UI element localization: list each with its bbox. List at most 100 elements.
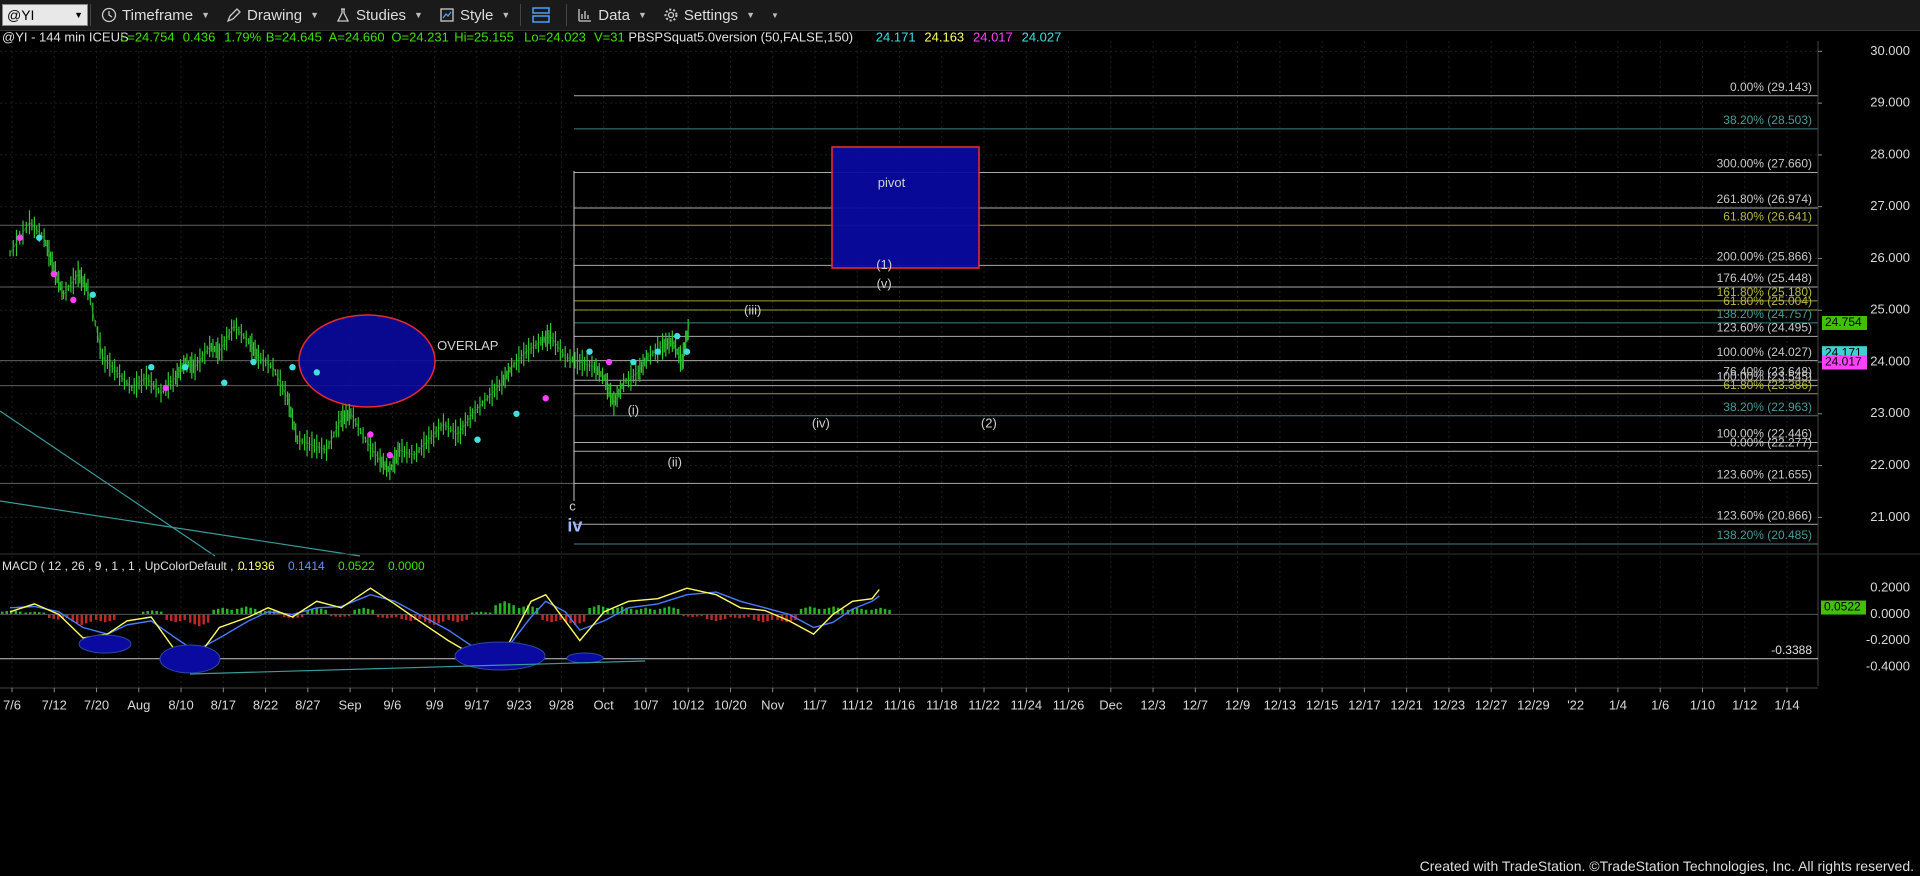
fib-label: 61.80% (26.641)	[1723, 209, 1812, 223]
fib-label: 138.20% (20.485)	[1717, 528, 1812, 542]
overlap-ellipse[interactable]	[298, 314, 436, 408]
macd-histogram-bar	[860, 608, 863, 615]
time-tick-label: 11/16	[884, 697, 916, 712]
time-tick-label: 11/26	[1053, 697, 1085, 712]
macd-histogram-bar	[823, 608, 826, 615]
price-tick-label: 22.000	[1870, 457, 1910, 472]
price-chart[interactable]: @YI - 144 min ICEUS L=24.754 0.436 1.79% B=…	[0, 31, 1920, 876]
toolbar-separator	[520, 4, 522, 26]
settings-button[interactable]: Settings ▼	[655, 0, 763, 30]
time-tick-label: 12/27	[1475, 697, 1508, 712]
indicator-dot	[474, 436, 481, 443]
symbol-input[interactable]: @YI ▼	[2, 4, 88, 26]
indicator-dot	[162, 384, 170, 392]
macd-histogram-bar	[80, 614, 83, 625]
macd-histogram-bar	[108, 614, 111, 622]
macd-histogram-bar	[169, 614, 173, 622]
macd-histogram-bar	[883, 608, 887, 615]
price-tick-label: 29.000	[1870, 95, 1910, 110]
time-tick-label: Sep	[339, 697, 362, 712]
header-stat: O=24.231	[391, 31, 448, 44]
time-tick-label: '22	[1567, 697, 1584, 712]
wave-label: c	[569, 498, 576, 513]
macd-histogram-bar	[550, 614, 553, 623]
macd-histogram-bar	[494, 605, 497, 615]
time-tick-label: Nov	[761, 697, 785, 712]
time-tick-label: 10/20	[714, 697, 747, 712]
indicator-dot	[89, 291, 96, 298]
toolbar-separator	[566, 4, 568, 26]
macd-histogram-bar	[841, 608, 844, 615]
macd-histogram-bar	[752, 614, 756, 620]
indicator-dot	[630, 358, 637, 366]
macd-histogram-bar	[390, 614, 393, 618]
flask-icon	[336, 8, 350, 22]
header-legend: @YI - 144 min ICEUS L=24.754 0.436 1.79% B=…	[2, 31, 1061, 44]
price-tick-label: 30.000	[1870, 43, 1910, 58]
timeframe-button[interactable]: Timeframe ▼	[93, 0, 218, 30]
fib-label: 61.80% (23.386)	[1723, 378, 1812, 392]
macd-histogram-bar	[447, 614, 450, 620]
macd-histogram-bar	[178, 614, 182, 622]
symbol-info: @YI - 144 min ICEUS	[2, 31, 129, 44]
layout-button[interactable]	[523, 0, 564, 30]
fib-label: 176.40% (25.448)	[1717, 271, 1812, 285]
chevron-down-icon: ▼	[414, 10, 423, 20]
header-stat: 24.171	[876, 31, 916, 44]
fib-label: 300.00% (27.660)	[1717, 157, 1812, 171]
macd-histogram-bar	[503, 601, 506, 615]
macd-histogram-bar	[94, 614, 98, 620]
macd-histogram-bar	[531, 606, 534, 615]
pivot-box[interactable]	[831, 146, 980, 269]
macd-panel[interactable]: MACD ( 12 , 26 , 9 , 1 , 1 , UpColorDefa…	[0, 553, 1920, 675]
timeframe-label: Timeframe	[122, 6, 194, 24]
macd-histogram-bar	[761, 614, 765, 623]
macd-histogram-bar	[719, 614, 722, 620]
macd-badge-text: 0.0522	[1824, 600, 1861, 614]
symbol-value: @YI	[7, 7, 35, 23]
macd-histogram-bar	[855, 607, 859, 615]
macd-histogram-bar	[597, 605, 600, 615]
time-tick-label: 12/23	[1433, 697, 1466, 712]
macd-histogram-bar	[174, 614, 177, 623]
time-tick-label: Aug	[127, 697, 150, 712]
data-button[interactable]: Data ▼	[569, 0, 655, 30]
time-tick-label: 9/23	[506, 697, 531, 712]
time-tick-label: 1/14	[1774, 697, 1799, 712]
macd-histogram-bar	[653, 609, 656, 615]
toolbar-overflow-button[interactable]: ▼	[763, 0, 787, 30]
time-tick-label: 12/9	[1225, 697, 1250, 712]
header-stat: V=31	[594, 31, 625, 44]
indicator-dot	[542, 395, 549, 402]
chevron-down-icon: ▼	[501, 10, 511, 20]
macd-histogram-bar	[545, 614, 549, 622]
studies-label: Studies	[356, 6, 407, 24]
macd-histogram-bar	[381, 614, 384, 618]
time-axis[interactable]: 7/6 7/12 7/20 Aug 8/10 8/17 8/22 8/27 Sep 9/6 9/9 9…	[0, 687, 1818, 712]
chevron-down-icon: ▼	[74, 10, 83, 20]
time-tick-label: 12/7	[1183, 697, 1208, 712]
macd-histogram-bar	[244, 606, 248, 615]
time-tick-label: 1/12	[1732, 697, 1757, 712]
toolbar-separator	[90, 4, 91, 26]
time-tick-label: 9/6	[383, 697, 401, 712]
footer-copyright: Created with TradeStation. ©TradeStation…	[1419, 858, 1914, 874]
macd-histogram-bar	[611, 608, 615, 615]
macd-histogram-bar	[578, 614, 581, 624]
macd-histogram-bar	[5, 611, 8, 615]
macd-histogram-bar	[658, 608, 662, 615]
time-tick-label: 8/10	[168, 697, 193, 712]
macd-histogram-bar	[235, 608, 239, 615]
macd-tick-label: -0.4000	[1866, 658, 1910, 673]
macd-histogram-bar	[512, 605, 515, 615]
studies-button[interactable]: Studies ▼	[327, 0, 431, 30]
drawing-button[interactable]: Drawing ▼	[218, 0, 327, 30]
macd-histogram-bar	[676, 608, 680, 615]
header-stat: 1.79%	[224, 31, 261, 44]
macd-value: 0.0000	[388, 559, 425, 573]
chevron-down-icon: ▼	[746, 10, 755, 20]
indicator-dot	[16, 234, 23, 241]
style-button[interactable]: Style ▼	[431, 0, 518, 30]
macd-ellipses[interactable]	[78, 634, 646, 675]
fib-label: 123.60% (24.495)	[1717, 321, 1812, 335]
